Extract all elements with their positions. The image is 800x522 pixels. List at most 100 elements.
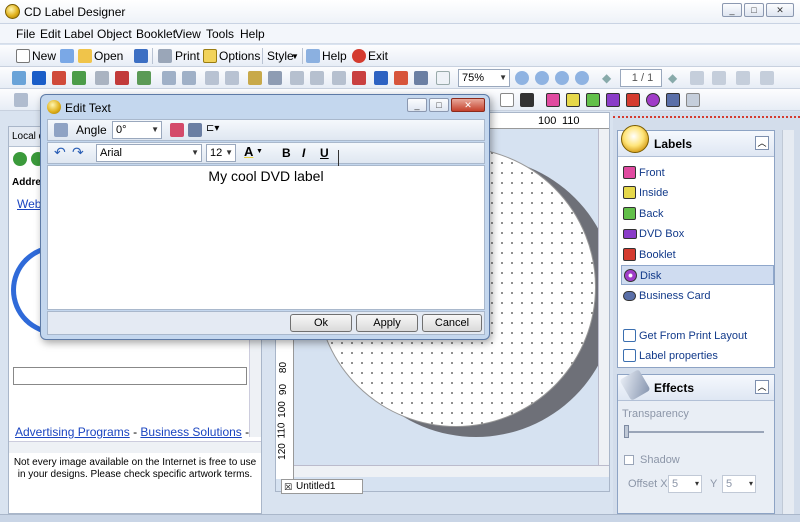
menu-object[interactable]: Object xyxy=(97,27,132,41)
get-from-print-layout-link[interactable]: Get From Print Layout xyxy=(621,326,774,346)
grid-icon[interactable] xyxy=(394,71,408,85)
business-link[interactable]: Business Solutions xyxy=(140,425,241,439)
exit-button[interactable]: Exit xyxy=(368,49,388,63)
zoom-page-icon[interactable] xyxy=(575,71,589,85)
collapse-effects-button[interactable]: ︿ xyxy=(755,380,769,394)
layout-icon[interactable] xyxy=(414,71,428,85)
minimize-button[interactable]: _ xyxy=(722,3,742,17)
lock-icon[interactable] xyxy=(520,93,534,107)
inside-label-icon[interactable] xyxy=(566,93,580,107)
chevron-down-icon[interactable]: ▼ xyxy=(256,148,263,155)
transparency-slider-thumb[interactable] xyxy=(624,425,629,438)
dialog-maximize-button[interactable]: □ xyxy=(429,98,449,112)
sidebar-scrollbar[interactable] xyxy=(782,130,794,514)
clear-icon[interactable] xyxy=(352,71,366,85)
rotate-left-icon[interactable] xyxy=(690,71,704,85)
new-button[interactable]: New xyxy=(32,49,56,63)
offset-y-input[interactable]: 5 ▾ xyxy=(722,475,756,493)
prev-page-icon[interactable]: ◆ xyxy=(602,71,611,85)
horizontal-scrollbar[interactable] xyxy=(9,441,261,453)
menu-label[interactable]: Label xyxy=(64,27,93,41)
paste-icon[interactable] xyxy=(225,71,239,85)
image-icon[interactable] xyxy=(12,71,26,85)
font-family-combo[interactable]: Arial ▼ xyxy=(96,144,202,162)
close-doc-icon[interactable]: ☒ xyxy=(284,481,292,494)
angle-combo[interactable]: 0° ▼ xyxy=(112,121,162,139)
font-color-icon[interactable]: A xyxy=(244,144,253,159)
wizard-icon[interactable] xyxy=(60,49,74,63)
zoom-fit-icon[interactable] xyxy=(555,71,569,85)
advertising-link[interactable]: Advertising Programs xyxy=(15,425,130,439)
text-editor-area[interactable]: My cool DVD label xyxy=(47,150,485,310)
back-label-icon[interactable] xyxy=(586,93,600,107)
undo-icon[interactable]: ↶ xyxy=(54,144,66,161)
bold-button[interactable]: B xyxy=(282,146,291,160)
label-item-disk[interactable]: Disk xyxy=(621,265,774,285)
zoom-out-icon[interactable] xyxy=(535,71,549,85)
apply-button[interactable]: Apply xyxy=(356,314,418,332)
label-properties-link[interactable]: Label properties xyxy=(621,346,774,366)
front-label-icon[interactable] xyxy=(546,93,560,107)
undo-icon[interactable] xyxy=(162,71,176,85)
zoom-in-icon[interactable] xyxy=(515,71,529,85)
open-button[interactable]: Open xyxy=(94,49,123,63)
text-icon[interactable] xyxy=(32,71,46,85)
web-link[interactable]: Web xyxy=(17,197,41,211)
menu-booklet[interactable]: Booklet xyxy=(136,27,176,41)
fit-icon[interactable] xyxy=(436,71,450,85)
label-item-front[interactable]: Front xyxy=(621,163,774,183)
next-page-icon[interactable]: ◆ xyxy=(668,71,677,85)
label-item-dvd-box[interactable]: DVD Box xyxy=(621,224,774,244)
text-color-effect-icon[interactable] xyxy=(170,123,184,137)
redo-icon[interactable]: ↷ xyxy=(72,144,84,161)
close-button[interactable]: ✕ xyxy=(766,3,794,17)
menu-help[interactable]: Help xyxy=(240,27,265,41)
font-size-combo[interactable]: 12 ▼ xyxy=(206,144,236,162)
text-style-icon[interactable] xyxy=(188,123,202,137)
print-button[interactable]: Print xyxy=(175,49,200,63)
lock-object-icon[interactable] xyxy=(332,71,346,85)
collapse-labels-button[interactable]: ︿ xyxy=(755,136,769,150)
copy-icon[interactable] xyxy=(205,71,219,85)
flip-h-icon[interactable] xyxy=(736,71,750,85)
move-front-icon[interactable] xyxy=(374,71,388,85)
underline-button[interactable]: U xyxy=(320,146,329,160)
rotate-right-icon[interactable] xyxy=(712,71,726,85)
dialog-close-button[interactable]: ✕ xyxy=(451,98,485,112)
shadow-checkbox[interactable] xyxy=(624,455,634,465)
options-button[interactable]: Options xyxy=(219,49,260,63)
transparency-slider[interactable] xyxy=(624,431,764,433)
label-item-back[interactable]: Back xyxy=(621,204,774,224)
group-icon[interactable] xyxy=(248,71,262,85)
offset-x-input[interactable]: 5 ▾ xyxy=(668,475,702,493)
disk-label-icon[interactable] xyxy=(646,93,660,107)
dialog-minimize-button[interactable]: _ xyxy=(407,98,427,112)
booklet-label-icon[interactable] xyxy=(626,93,640,107)
curve-icon[interactable] xyxy=(72,71,86,85)
italic-button[interactable]: I xyxy=(302,146,305,160)
menu-edit[interactable]: Edit xyxy=(40,27,61,41)
web-search-input[interactable] xyxy=(13,367,247,385)
maximize-button[interactable]: □ xyxy=(744,3,764,17)
menu-tools[interactable]: Tools xyxy=(206,27,234,41)
order-icon[interactable] xyxy=(290,71,304,85)
save-icon[interactable] xyxy=(134,49,148,63)
card-label-icon[interactable] xyxy=(666,93,680,107)
dvdbox-label-icon[interactable] xyxy=(606,93,620,107)
label-item-inside[interactable]: Inside xyxy=(621,183,774,203)
align-icon[interactable] xyxy=(268,71,282,85)
back-icon[interactable] xyxy=(13,152,27,166)
more-options-icon[interactable]: ⊏▾ xyxy=(206,123,219,134)
style-dropdown[interactable]: Style xyxy=(267,49,294,63)
redo-icon[interactable] xyxy=(182,71,196,85)
help-button[interactable]: Help xyxy=(322,49,347,63)
ok-button[interactable]: Ok xyxy=(290,314,352,332)
tab-untitled1[interactable]: ☒ Untitled1 xyxy=(281,479,363,494)
flip-v-icon[interactable] xyxy=(760,71,774,85)
zoom-combo[interactable]: 75% ▼ xyxy=(458,69,510,87)
canvas-vscrollbar[interactable] xyxy=(598,129,609,465)
delete-icon[interactable] xyxy=(115,71,129,85)
cut-icon[interactable] xyxy=(95,71,109,85)
menu-file[interactable]: File xyxy=(16,27,35,41)
cancel-button[interactable]: Cancel xyxy=(422,314,482,332)
